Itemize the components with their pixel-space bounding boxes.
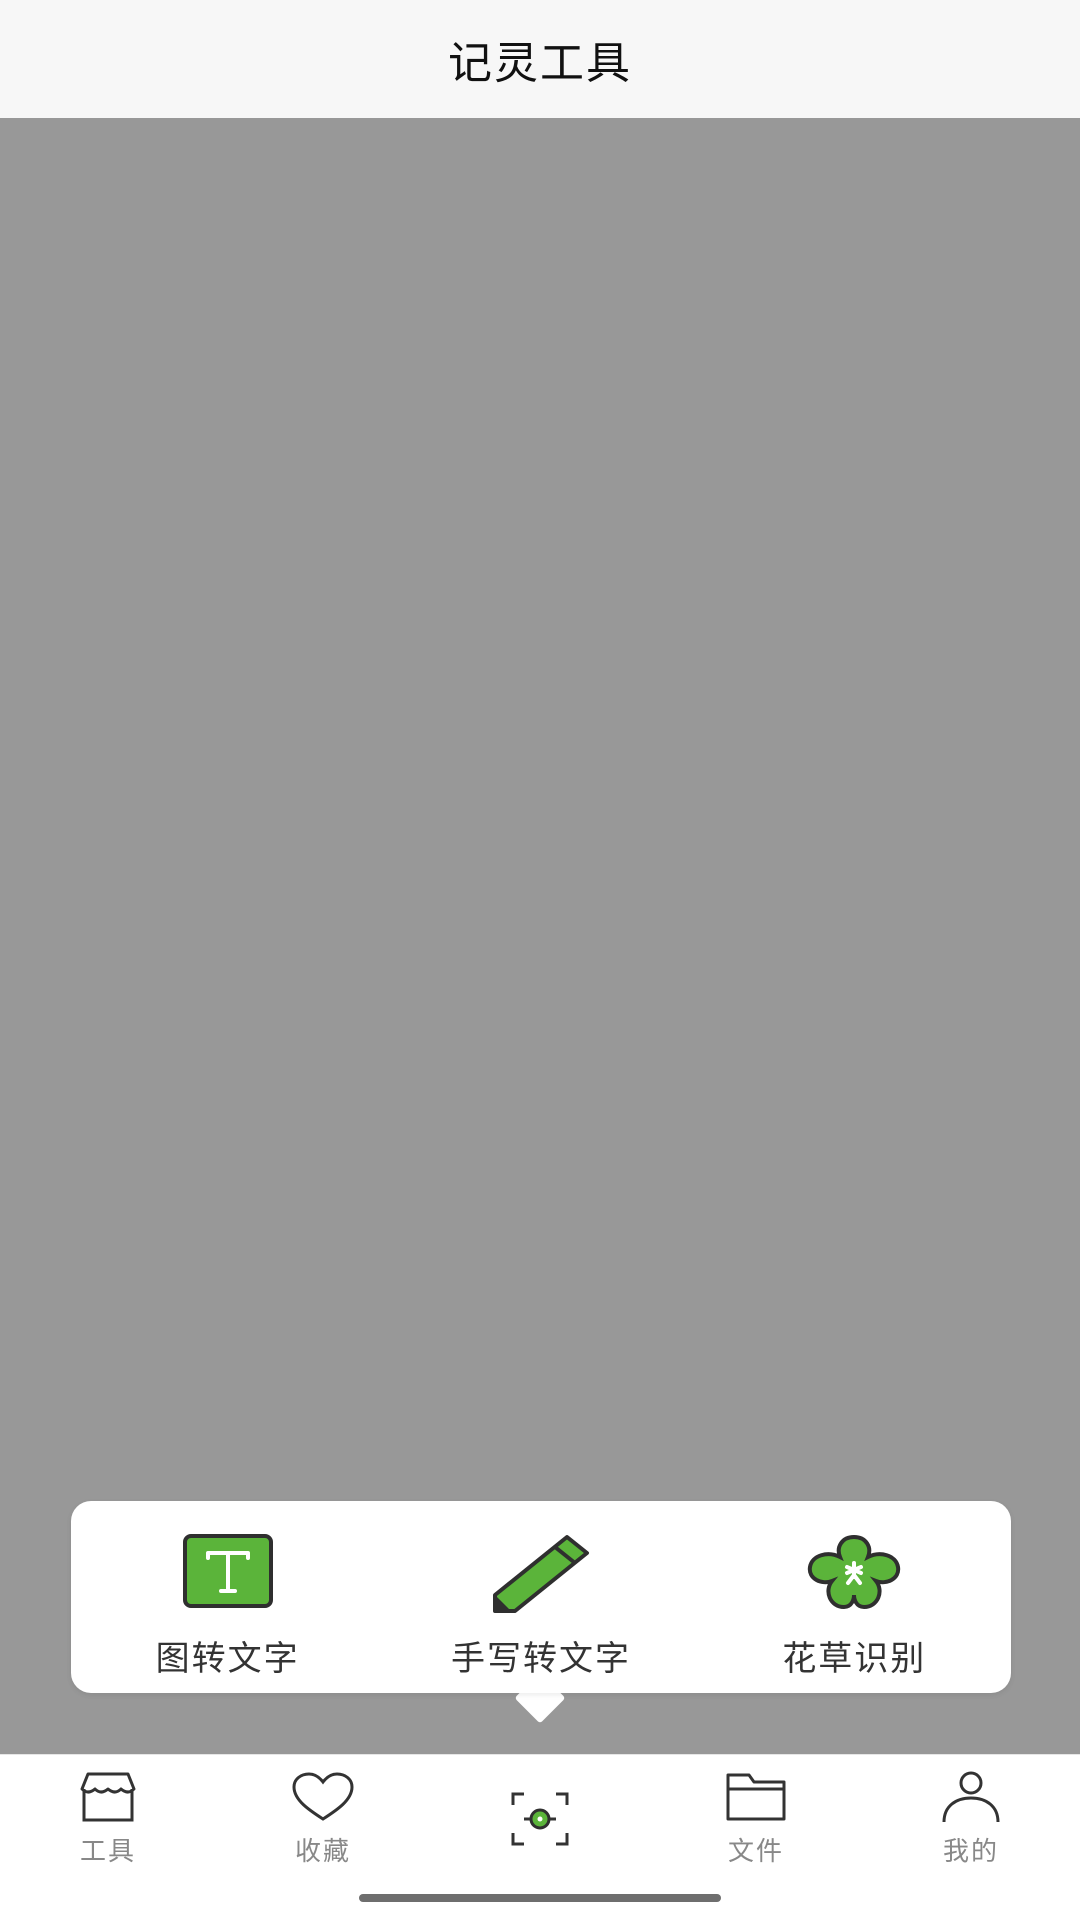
image-to-text-label: 图转文字 xyxy=(155,1639,300,1679)
tab-tools-label: 工具 xyxy=(79,1837,136,1867)
text-box-icon xyxy=(176,1529,280,1613)
tab-scan[interactable] xyxy=(470,1791,610,1853)
tab-favorites[interactable]: 收藏 xyxy=(253,1769,393,1868)
tab-profile[interactable]: 我的 xyxy=(901,1769,1041,1868)
person-icon xyxy=(939,1769,1003,1825)
heart-icon xyxy=(291,1769,355,1825)
scan-icon xyxy=(508,1791,572,1847)
tab-files-label: 文件 xyxy=(727,1837,784,1867)
image-to-text-button[interactable]: 图转文字 xyxy=(78,1501,378,1693)
handwriting-to-text-label: 手写转文字 xyxy=(450,1639,631,1679)
home-indicator xyxy=(359,1894,721,1902)
handwriting-to-text-button[interactable]: 手写转文字 xyxy=(391,1501,691,1693)
tab-files[interactable]: 文件 xyxy=(686,1769,826,1868)
store-icon xyxy=(76,1769,140,1825)
plant-identify-label: 花草识别 xyxy=(782,1639,927,1679)
page-title: 记灵工具 xyxy=(448,38,632,89)
pencil-icon xyxy=(489,1529,593,1613)
tab-tools[interactable]: 工具 xyxy=(38,1769,178,1868)
tab-profile-label: 我的 xyxy=(942,1837,999,1867)
tools-popup-menu: 图转文字 手写转文字 花草识别 xyxy=(71,1501,1011,1693)
app-header: 记灵工具 xyxy=(0,0,1080,118)
tab-favorites-label: 收藏 xyxy=(294,1837,351,1867)
bottom-tab-bar: 工具 收藏 文件 我的 xyxy=(0,1754,1080,1921)
plant-identify-button[interactable]: 花草识别 xyxy=(704,1501,1004,1693)
folder-icon xyxy=(724,1769,788,1825)
flower-icon xyxy=(802,1529,906,1613)
